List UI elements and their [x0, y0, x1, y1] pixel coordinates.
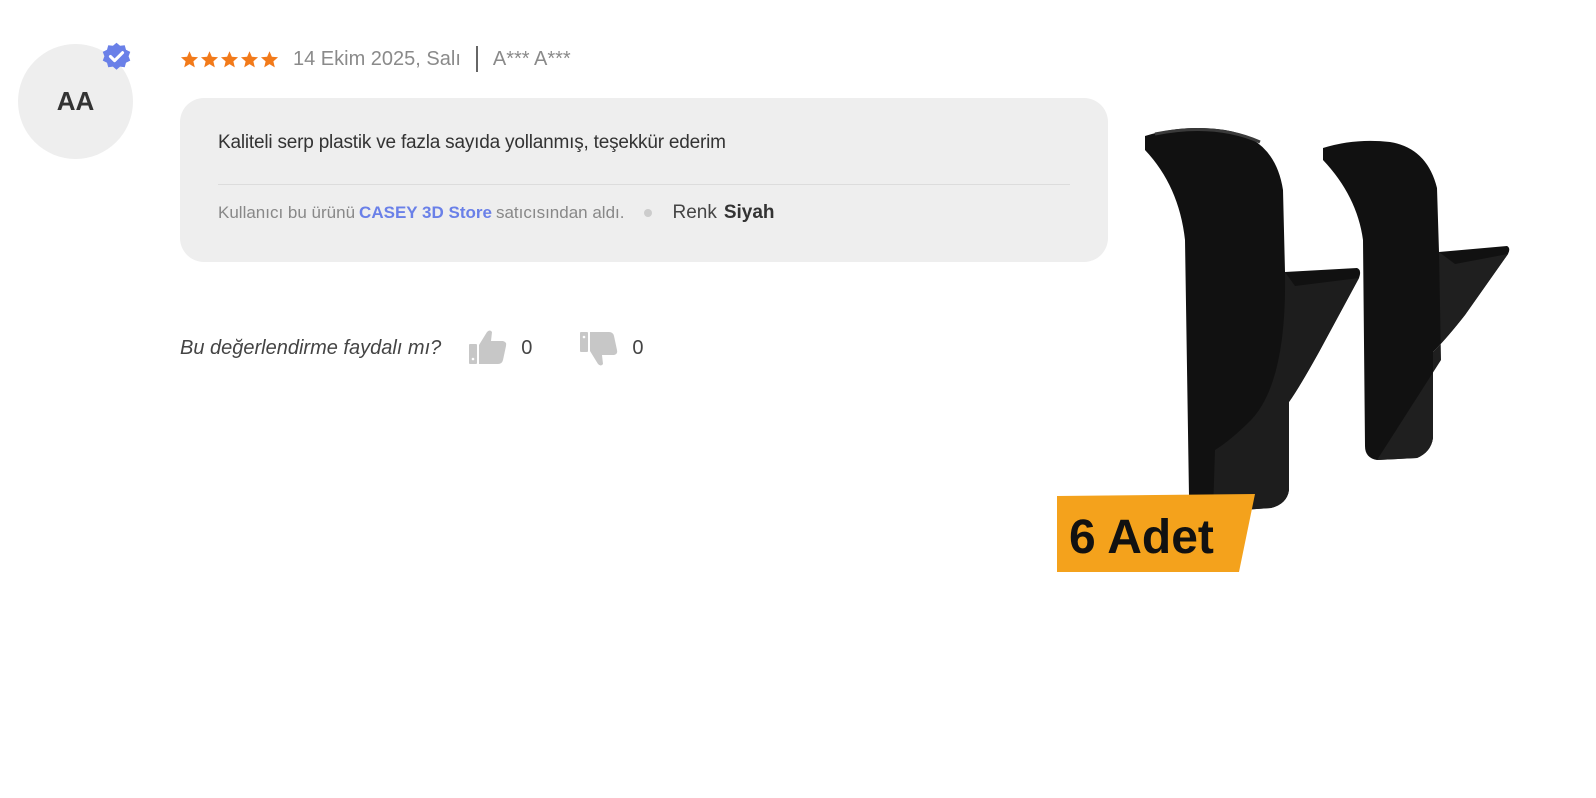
star-icon — [220, 50, 239, 67]
meta-divider — [475, 46, 478, 72]
seller-prefix: Kullanıcı bu ürünü — [218, 203, 356, 222]
thumbs-down-button[interactable]: 0 — [578, 328, 644, 368]
reviewer-name: A*** A*** — [492, 47, 571, 70]
seller-info: Kullanıcı bu ürünü CASEY 3D Store satıcı… — [218, 202, 775, 224]
avatar-initials: AA — [56, 86, 95, 116]
star-icon — [240, 50, 259, 67]
variant-label: Renk — [672, 202, 717, 223]
thumbs-down-count: 0 — [632, 336, 644, 359]
helpful-question: Bu değerlendirme faydalı mı? — [180, 336, 442, 359]
star-icon — [200, 50, 219, 67]
thumbs-up-button[interactable]: 0 — [467, 328, 532, 368]
thumbs-up-count: 0 — [521, 336, 533, 359]
seller-link[interactable]: CASEY 3D Store — [359, 203, 492, 223]
seller-suffix: satıcısından aldı. — [495, 203, 625, 222]
star-rating — [180, 50, 279, 69]
review-comment: Kaliteli serp plastik ve fazla sayıda yo… — [218, 132, 726, 153]
separator-dot — [644, 209, 653, 217]
review-card: AA 14 Ekim 2025, Salı A*** A*** Kaliteli… — [0, 0, 1596, 798]
thumbs-down-icon — [580, 332, 618, 366]
comment-bubble: Kaliteli serp plastik ve fazla sayıda yo… — [180, 98, 1108, 262]
badge-text: 6 Adet — [1069, 511, 1214, 564]
helpful-row: Bu değerlendirme faydalı mı? 0 0 — [180, 326, 644, 370]
review-date: 14 Ekim 2025, Salı — [293, 47, 461, 70]
review-meta: 14 Ekim 2025, Salı A*** A*** — [180, 44, 571, 74]
star-icon — [260, 50, 279, 67]
bubble-divider — [218, 184, 1070, 185]
thumbs-up-icon — [469, 330, 507, 364]
product-image[interactable]: 6 Adet — [1055, 120, 1525, 580]
verified-badge-icon — [102, 42, 131, 70]
variant-value: Siyah — [723, 202, 775, 223]
star-icon — [180, 50, 199, 67]
